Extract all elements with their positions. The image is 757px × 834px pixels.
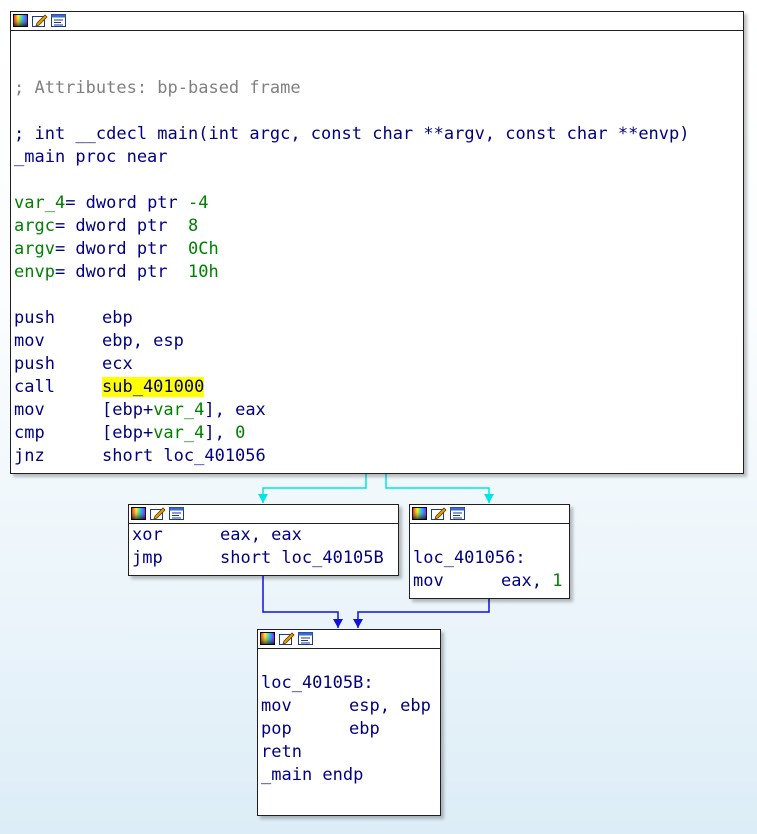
- var-name[interactable]: envp: [14, 262, 55, 282]
- node-main-code: ; Attributes: bp-based frame ; int __cde…: [14, 31, 743, 468]
- color-palette-icon[interactable]: [13, 14, 29, 28]
- instruction-line[interactable]: xor eax, eax: [132, 524, 398, 547]
- instruction-line[interactable]: mov ebp, esp: [14, 330, 743, 353]
- node-titlebar: [129, 505, 398, 524]
- color-palette-icon[interactable]: [260, 632, 276, 646]
- instruction-line[interactable]: push ecx: [14, 353, 743, 376]
- edit-node-icon[interactable]: [32, 14, 48, 28]
- node-loc-40105b[interactable]: loc_40105B: mov esp, ebp pop ebp retn _mai…: [257, 629, 441, 816]
- instruction-line[interactable]: jmp short loc_40105B: [132, 547, 398, 570]
- node-loc-401056[interactable]: loc_401056: mov eax, 1: [409, 504, 570, 599]
- node-titlebar: [410, 505, 569, 524]
- node-xor-code: xor eax, eax jmp short loc_40105B: [132, 524, 398, 570]
- var-name[interactable]: var_4: [14, 193, 65, 213]
- graph-view-icon[interactable]: [298, 632, 314, 646]
- edge-false-to-loc401056[interactable]: [385, 473, 490, 503]
- node-titlebar: [258, 630, 440, 649]
- edit-node-icon[interactable]: [279, 632, 295, 646]
- highlighted-call-target[interactable]: sub_401000: [102, 377, 205, 397]
- proc-declaration[interactable]: _main proc near: [14, 146, 743, 169]
- instruction-line[interactable]: mov eax, 1: [413, 570, 569, 593]
- proc-end[interactable]: _main endp: [261, 764, 440, 787]
- instruction-line[interactable]: jnz short loc_401056: [14, 445, 743, 468]
- color-palette-icon[interactable]: [131, 507, 147, 521]
- var-decl-argv: argv= dword ptr 0Ch: [14, 239, 219, 259]
- var-name[interactable]: argc: [14, 216, 55, 236]
- instruction-line[interactable]: push ebp: [14, 307, 743, 330]
- node-main[interactable]: ; Attributes: bp-based frame ; int __cde…: [10, 11, 744, 474]
- var-decl-argc: argc= dword ptr 8: [14, 216, 199, 236]
- instruction-line[interactable]: call sub_401000: [14, 376, 743, 399]
- edit-node-icon[interactable]: [150, 507, 166, 521]
- node-titlebar: [11, 12, 743, 31]
- node-loc401056-code: loc_401056: mov eax, 1: [413, 524, 569, 593]
- var-name[interactable]: argv: [14, 239, 55, 259]
- node-xor-block[interactable]: xor eax, eax jmp short loc_40105B: [128, 504, 399, 576]
- color-palette-icon[interactable]: [412, 507, 428, 521]
- instruction-line[interactable]: retn: [261, 741, 440, 764]
- edge-true-to-xor-block[interactable]: [262, 473, 367, 503]
- node-loc40105b-code: loc_40105B: mov esp, ebp pop ebp retn _mai…: [261, 649, 440, 787]
- attributes-comment: ; Attributes: bp-based frame: [14, 78, 301, 98]
- edge-jmp-to-loc40105b[interactable]: [262, 575, 339, 628]
- location-label[interactable]: loc_40105B:: [261, 672, 440, 695]
- graph-view-icon[interactable]: [169, 507, 185, 521]
- graph-view-icon[interactable]: [450, 507, 466, 521]
- edit-node-icon[interactable]: [431, 507, 447, 521]
- graph-view-icon[interactable]: [51, 14, 67, 28]
- var-decl-envp: envp= dword ptr 10h: [14, 262, 219, 282]
- function-prototype: ; int __cdecl main(int argc, const char …: [14, 124, 690, 144]
- instruction-line[interactable]: pop ebp: [261, 718, 440, 741]
- instruction-line[interactable]: mov [ebp+var_4], eax: [14, 399, 743, 422]
- instruction-line[interactable]: mov esp, ebp: [261, 695, 440, 718]
- edge-fallthrough-to-loc40105b[interactable]: [357, 598, 490, 628]
- location-label[interactable]: loc_401056:: [413, 547, 569, 570]
- instruction-line[interactable]: cmp [ebp+var_4], 0: [14, 422, 743, 445]
- var-decl-var4: var_4= dword ptr -4: [14, 193, 209, 213]
